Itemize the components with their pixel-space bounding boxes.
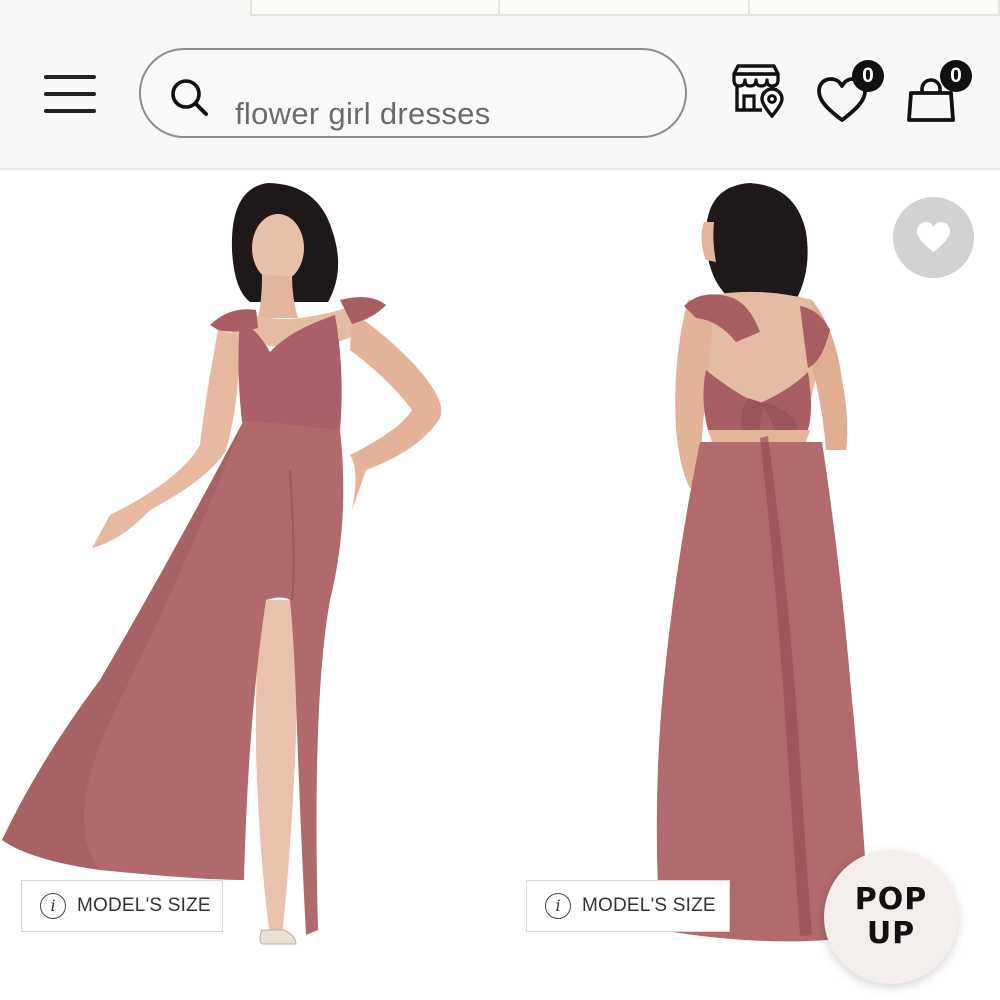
model-size-label: MODEL'S SIZE [77,895,211,916]
search-input[interactable]: flower girl dresses [139,48,687,138]
pop-up-label-line2: UP [866,916,916,951]
product-image-front[interactable] [0,172,500,1000]
wishlist-button[interactable]: 0 [816,60,888,126]
pop-up-button[interactable]: POP UP [824,850,958,984]
heart-icon [917,222,950,252]
cart-count-badge: 0 [940,60,972,92]
dress-front-illustration [2,183,442,945]
store-locator-icon[interactable] [728,64,786,119]
cart-button[interactable]: 0 [906,60,974,140]
site-header: flower girl dresses 0 0 [0,20,1000,170]
wishlist-count-badge: 0 [852,60,884,92]
menu-icon[interactable] [44,75,96,115]
search-placeholder: flower girl dresses [235,96,491,131]
model-size-button[interactable]: i MODEL'S SIZE [21,880,223,932]
top-tab-strip [0,0,1000,20]
tab-cell [748,0,1000,16]
search-icon [171,79,208,116]
model-size-label: MODEL'S SIZE [582,895,716,916]
tab-cell [250,0,500,16]
info-icon: i [40,893,66,919]
favorite-button[interactable] [893,197,974,278]
pop-up-label-line1: POP [854,882,928,917]
info-icon: i [545,893,571,919]
tab-cell [498,0,750,16]
model-size-button[interactable]: i MODEL'S SIZE [526,880,730,932]
